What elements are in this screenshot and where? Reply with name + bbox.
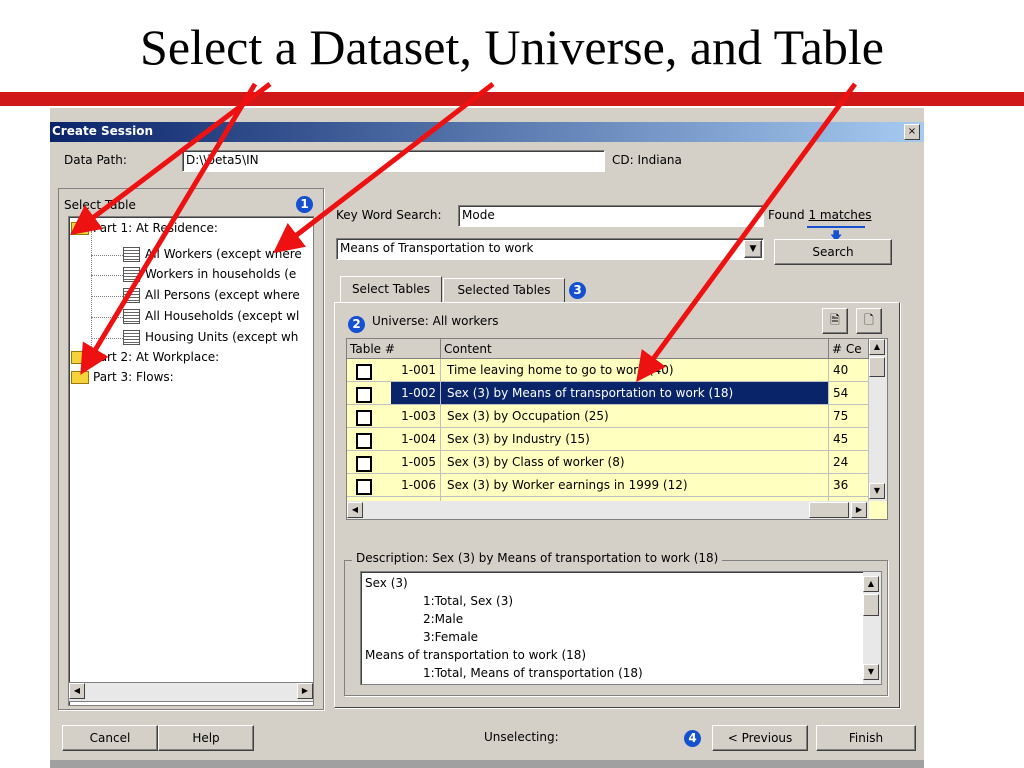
arrow-to-all-workers [273, 82, 495, 254]
arrow-to-table-row [636, 82, 858, 383]
arrow-to-part2 [80, 82, 258, 375]
annotation-arrows [70, 82, 858, 383]
